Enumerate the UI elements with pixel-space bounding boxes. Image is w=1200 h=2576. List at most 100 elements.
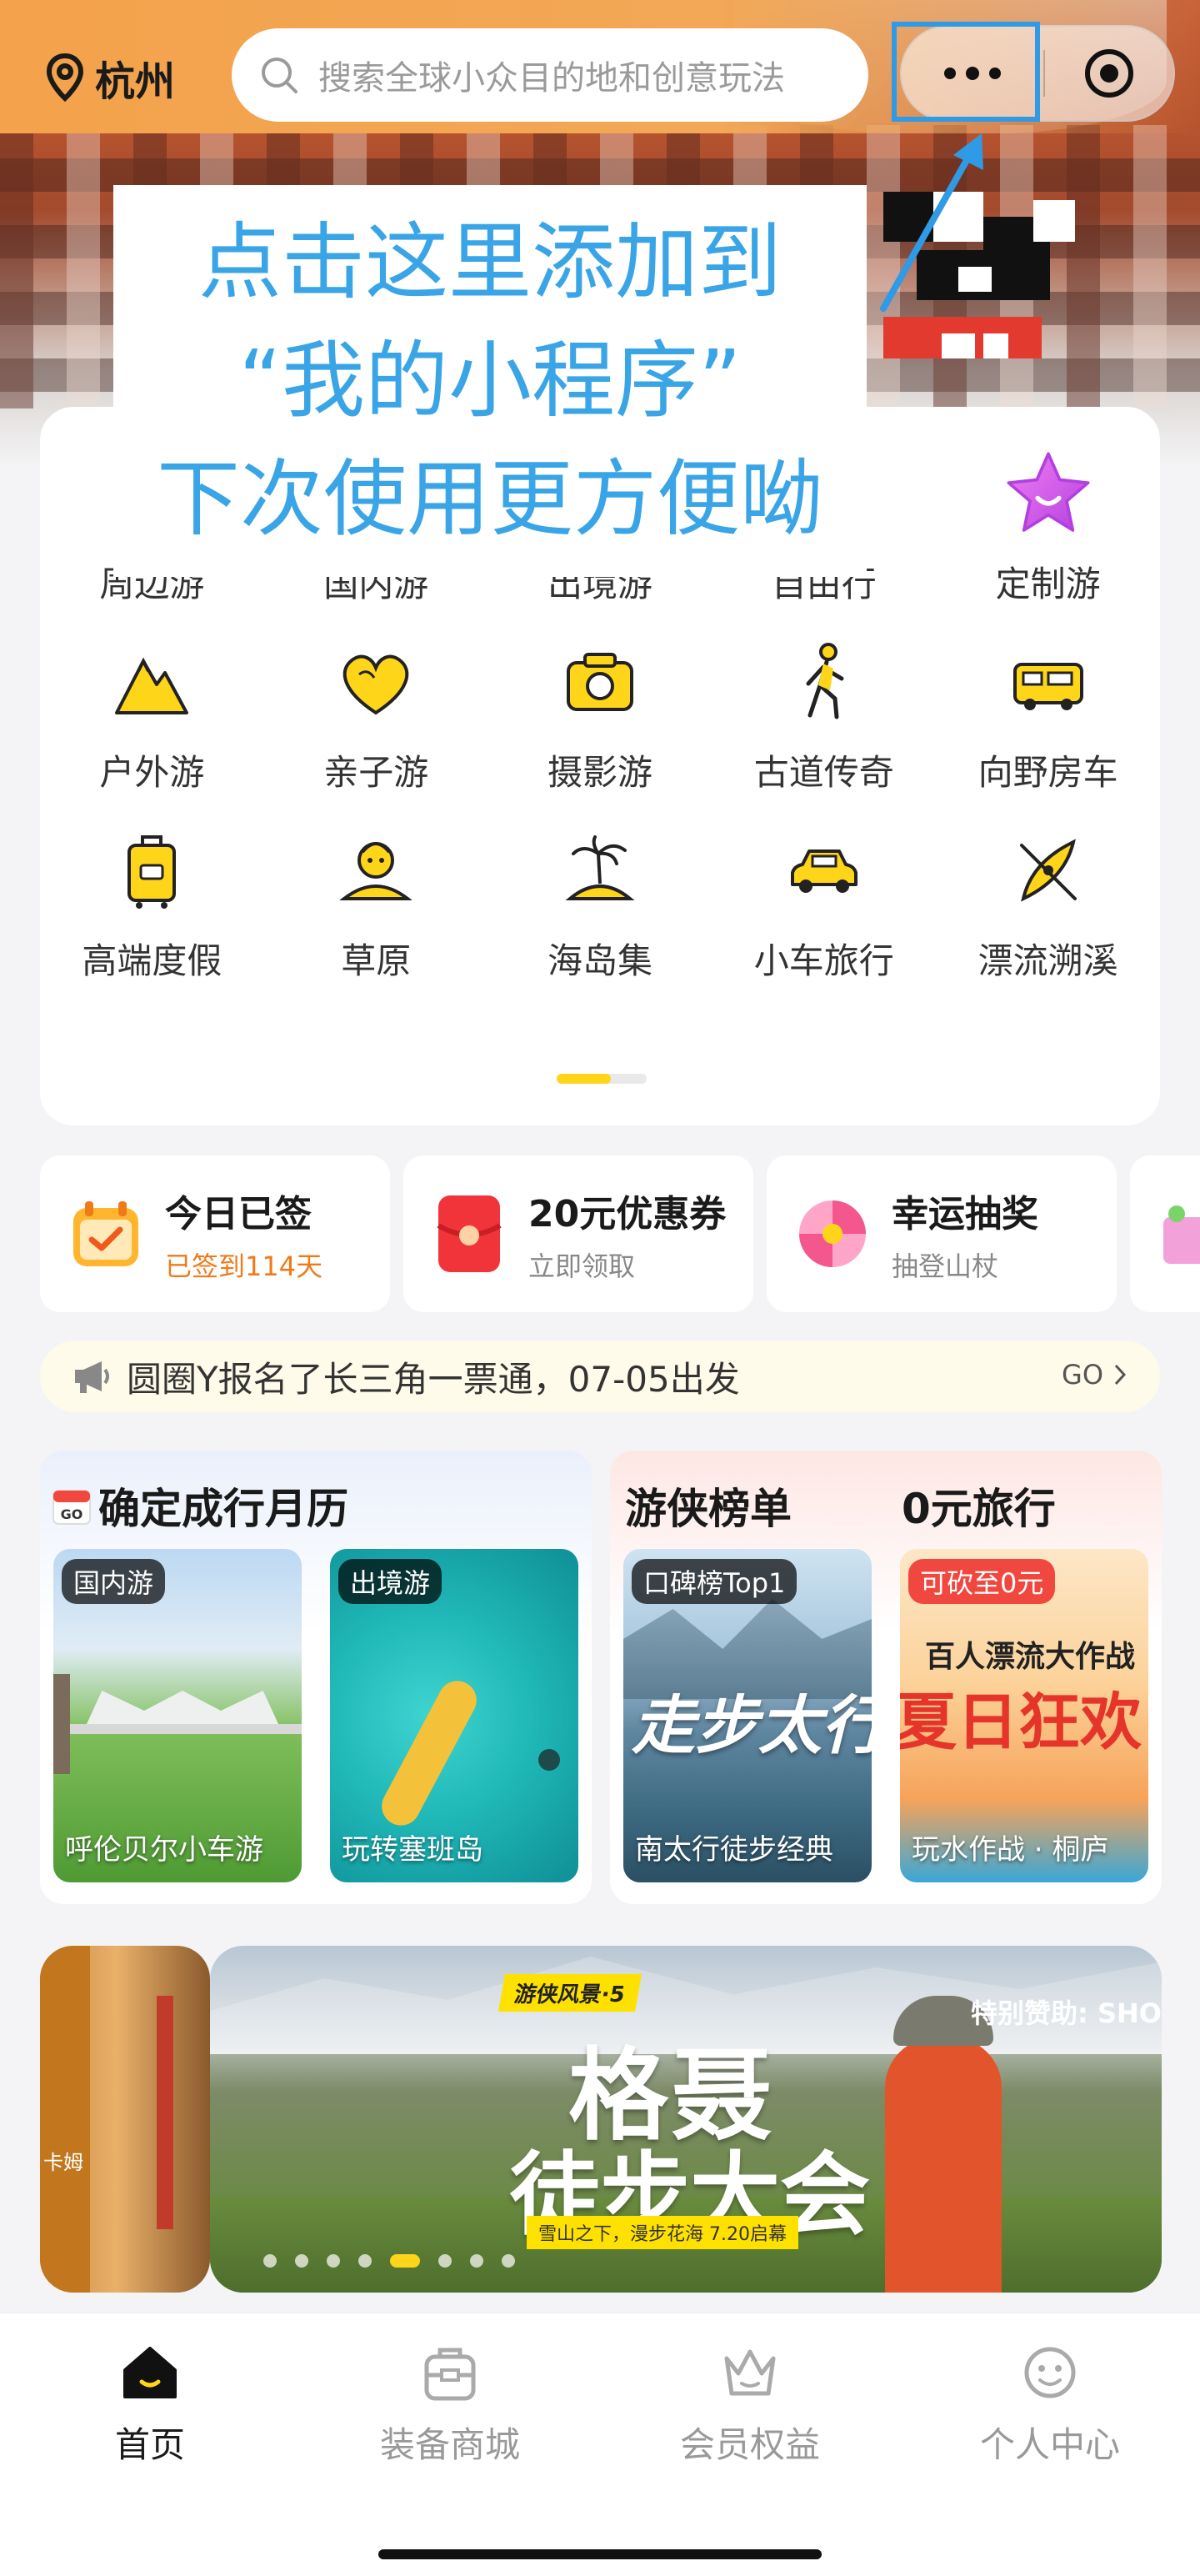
city-selector[interactable]: 杭州	[43, 48, 175, 107]
category-label: 高端度假	[82, 940, 222, 981]
category-item[interactable]: 海岛集	[488, 817, 712, 1005]
banner-strip: 雪山之下，漫步花海 7.20启幕	[527, 2216, 798, 2249]
carousel-dot-active[interactable]	[390, 2254, 420, 2268]
calendar-check-icon	[73, 1201, 138, 1266]
side-stripe	[40, 1946, 90, 2293]
lottery-card[interactable]: 幸运抽奖 抽登山杖	[767, 1155, 1117, 1312]
home-page: 杭州 搜索全球小众目的地和创意玩法 点击这里添加到 “我的小程序” 下次使用更方…	[0, 0, 1200, 2576]
trip-name: 玩转塞班岛	[342, 1833, 483, 1867]
poster-text: 走步太行	[632, 1688, 872, 1762]
hiker-backpack	[885, 2037, 1002, 2293]
carousel-dot[interactable]	[470, 2254, 483, 2268]
zero-cost-section-title[interactable]: 0元旅行	[902, 1476, 1056, 1536]
close-miniprogram-button[interactable]	[1045, 47, 1173, 100]
swimmer	[538, 1749, 560, 1771]
trip-tag: 国内游	[62, 1559, 166, 1604]
banner-badge: 游侠风景·5	[498, 1974, 642, 2012]
poster-text: 百人漂流大作战	[925, 1640, 1136, 1674]
carousel-dot[interactable]	[295, 2254, 308, 2268]
lottery-subtitle: 抽登山杖	[892, 1250, 999, 1282]
side-text: 卡姆	[43, 2151, 83, 2174]
category-pager	[557, 1074, 647, 1084]
kayak-icon	[1002, 824, 1094, 916]
signin-title: 今日已签	[165, 1193, 312, 1235]
category-label: 漂流溯溪	[978, 940, 1118, 981]
tab-label: 会员权益	[679, 2424, 820, 2465]
banner-dots	[263, 2254, 515, 2268]
departure-calendar-section: GO 确定成行月历 国内游 呼伦贝尔小车游 出境游 玩转塞班岛	[40, 1451, 592, 1904]
category-label: 向野房车	[978, 752, 1118, 793]
category-item[interactable]: 高端度假	[40, 817, 264, 1005]
notice-go-button[interactable]: GO	[1062, 1359, 1127, 1391]
coupon-card[interactable]: 20元优惠券 立即领取	[403, 1155, 753, 1312]
trip-tag: 出境游	[338, 1559, 442, 1604]
add-to-miniprogram-tip: 点击这里添加到 “我的小程序” 下次使用更方便呦	[113, 185, 867, 577]
quick-cards: 今日已签 已签到114天 20元优惠券 立即领取 幸运抽奖 抽登山杖	[40, 1155, 1200, 1312]
activity-notice[interactable]: 圆圈Y报名了长三角一票通，07-05出发 GO	[40, 1341, 1160, 1412]
category-item[interactable]: 向野房车	[936, 629, 1160, 817]
side-deco	[157, 1996, 173, 2229]
island-icon	[554, 824, 646, 916]
camera-icon	[554, 636, 646, 728]
tab-profile[interactable]: 个人中心	[900, 2343, 1200, 2468]
trip-card[interactable]: 百人漂流大作战 夏日狂欢 可砍至0元 玩水作战 · 桐庐	[900, 1549, 1148, 1882]
category-item[interactable]: 草原	[264, 817, 488, 1005]
bottom-tab-bar: 首页 装备商城 会员权益 个人中心	[0, 2313, 1200, 2576]
trip-card[interactable]: 国内游 呼伦贝尔小车游	[53, 1549, 302, 1882]
tip-line: “我的小程序”	[238, 332, 742, 429]
category-label: 海岛集	[547, 940, 652, 981]
trip-tag: 口碑榜Top1	[632, 1559, 798, 1604]
search-bar[interactable]: 搜索全球小众目的地和创意玩法	[232, 28, 868, 122]
go-label: GO	[1062, 1359, 1103, 1391]
trip-card[interactable]: 走步太行 口碑榜Top1 南太行徒步经典	[623, 1549, 872, 1882]
poster-text: 夏日狂欢	[900, 1686, 1142, 1758]
carousel-dot[interactable]	[263, 2254, 277, 2268]
category-item[interactable]: 漂流溯溪	[936, 817, 1160, 1005]
carousel-dot[interactable]	[358, 2254, 372, 2268]
promo-banner[interactable]: 特别赞助: SHO 游侠风景·5 格聂 徒步大会 雪山之下，漫步花海 7.20启…	[210, 1946, 1162, 2293]
chevron-right-icon	[1114, 1364, 1127, 1386]
hiker-icon	[778, 636, 870, 728]
category-item[interactable]: 小车旅行	[712, 817, 936, 1005]
category-item[interactable]: 古道传奇	[712, 629, 936, 817]
home-indicator	[378, 2549, 822, 2559]
carousel-dot[interactable]	[327, 2254, 340, 2268]
carousel-dot[interactable]	[502, 2254, 515, 2268]
lottery-wheel-icon	[799, 1200, 866, 1267]
tab-shop[interactable]: 装备商城	[300, 2343, 600, 2468]
search-placeholder: 搜索全球小众目的地和创意玩法	[318, 59, 785, 98]
category-label: 古道传奇	[753, 752, 894, 793]
signin-card[interactable]: 今日已签 已签到114天	[40, 1155, 390, 1312]
shop-icon	[424, 2348, 476, 2401]
mountain-icon	[106, 636, 198, 728]
sponsor-text: 特别赞助: SHO	[971, 1997, 1162, 2029]
tab-label: 个人中心	[979, 2424, 1120, 2465]
coupon-title: 20元优惠券	[528, 1193, 727, 1235]
coupon-subtitle: 立即领取	[528, 1250, 636, 1282]
category-item[interactable]: 亲子游	[264, 629, 488, 817]
mosaic-block	[1033, 200, 1075, 242]
signin-subtitle: 已签到114天	[165, 1250, 323, 1282]
pager-active	[557, 1074, 611, 1084]
tab-home[interactable]: 首页	[0, 2343, 300, 2468]
target-close-icon	[1085, 49, 1133, 98]
paddleboard	[375, 1674, 483, 1832]
location-pin-icon	[46, 53, 84, 103]
tab-membership[interactable]: 会员权益	[600, 2343, 900, 2468]
category-item[interactable]: 户外游	[40, 629, 264, 817]
more-quick-card[interactable]	[1130, 1155, 1200, 1312]
category-item[interactable]: 定制游	[936, 440, 1160, 629]
category-item[interactable]: 摄影游	[488, 629, 712, 817]
pointer-arrow-icon	[880, 133, 983, 312]
ranking-section-title[interactable]: 游侠榜单	[625, 1476, 792, 1536]
notice-text: 圆圈Y报名了长三角一票通，07-05出发	[127, 1358, 740, 1400]
calendar-section-title[interactable]: 确定成行月历	[98, 1476, 348, 1536]
lottery-title: 幸运抽奖	[892, 1193, 1038, 1235]
category-label: 户外游	[99, 752, 205, 793]
tip-line: 下次使用更方便呦	[157, 450, 823, 548]
trip-card[interactable]: 出境游 玩转塞班岛	[330, 1549, 578, 1882]
trip-name: 呼伦贝尔小车游	[65, 1833, 263, 1867]
carousel-dot[interactable]	[438, 2254, 452, 2268]
banner-prev-slide[interactable]: 卡姆	[40, 1946, 210, 2293]
city-name: 杭州	[95, 58, 176, 105]
